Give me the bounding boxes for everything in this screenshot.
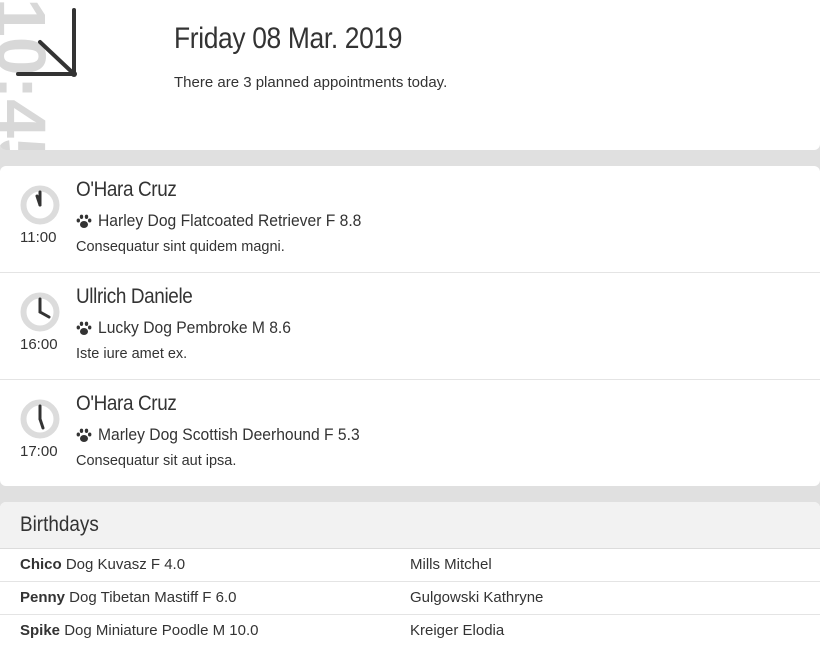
- birthday-owner: Kreiger Elodia: [410, 622, 505, 639]
- birthday-row[interactable]: Chico Dog Kuvasz F 4.0 Mills Mitchel: [0, 549, 820, 582]
- owner-name: O'Hara Cruz: [76, 392, 177, 415]
- appointment-note: Iste iure amet ex.: [76, 346, 188, 362]
- appointment-item[interactable]: 16:00 Ullrich Daniele Lucky Dog Pembroke…: [0, 273, 820, 380]
- appointment-note: Consequatur sit aut ipsa.: [76, 453, 237, 469]
- paw-icon: [76, 214, 92, 228]
- birthday-pet-details: Dog Miniature Poodle M 10.0: [60, 622, 259, 639]
- clock-icon: [20, 399, 60, 439]
- pet-info: Marley Dog Scottish Deerhound F 5.3: [76, 425, 382, 445]
- page-title: Friday 08 Mar. 2019: [174, 22, 403, 55]
- birthday-row[interactable]: Spike Dog Miniature Poodle M 10.0 Kreige…: [0, 615, 820, 647]
- appointment-time: 17:00: [20, 443, 58, 460]
- birthday-pet-name: Spike: [20, 622, 61, 639]
- birthday-owner: Gulgowski Kathryne: [410, 589, 544, 606]
- birthday-pet: Penny Dog Tibetan Mastiff F 6.0: [20, 589, 237, 606]
- pet-description: Lucky Dog Pembroke M 8.6: [98, 318, 291, 337]
- appointment-item[interactable]: 17:00 O'Hara Cruz Marley Dog Scottish De…: [0, 380, 820, 486]
- pet-description: Marley Dog Scottish Deerhound F 5.3: [98, 425, 360, 444]
- birthday-row[interactable]: Penny Dog Tibetan Mastiff F 6.0 Gulgowsk…: [0, 582, 820, 615]
- appointments-summary: There are 3 planned appointments today.: [174, 74, 448, 91]
- appointments-list: 11:00 O'Hara Cruz Harley Dog Flatcoated …: [0, 166, 820, 486]
- pet-info: Harley Dog Flatcoated Retriever F 8.8: [76, 211, 384, 231]
- owner-name: Ullrich Daniele: [76, 285, 193, 308]
- appointment-time: 16:00: [20, 336, 58, 353]
- birthday-pet-details: Dog Kuvasz F 4.0: [61, 556, 186, 573]
- paw-icon: [76, 321, 92, 335]
- pet-description: Harley Dog Flatcoated Retriever F 8.8: [98, 211, 362, 230]
- owner-name: O'Hara Cruz: [76, 178, 177, 201]
- appointment-item[interactable]: 11:00 O'Hara Cruz Harley Dog Flatcoated …: [0, 166, 820, 273]
- appointment-note: Consequatur sint quidem magni.: [76, 239, 285, 255]
- birthday-pet-details: Dog Tibetan Mastiff F 6.0: [65, 589, 237, 606]
- birthday-pet-name: Penny: [20, 589, 66, 606]
- paw-icon: [76, 428, 92, 442]
- header-card: 10:45 Friday 08 Mar. 2019 There are 3 pl…: [0, 0, 820, 150]
- pet-info: Lucky Dog Pembroke M 8.6: [76, 318, 308, 338]
- appointment-time: 11:00: [20, 229, 57, 246]
- birthdays-card: Birthdays Chico Dog Kuvasz F 4.0 Mills M…: [0, 502, 820, 647]
- birthday-pet: Spike Dog Miniature Poodle M 10.0: [20, 622, 258, 639]
- large-clock-hands-icon: [16, 8, 77, 77]
- birthdays-title: Birthdays: [20, 513, 99, 536]
- clock-icon: [20, 185, 60, 225]
- birthday-owner: Mills Mitchel: [410, 556, 492, 573]
- clock-icon: [20, 292, 60, 332]
- birthday-pet-name: Chico: [20, 556, 62, 573]
- birthday-pet: Chico Dog Kuvasz F 4.0: [20, 556, 185, 573]
- birthdays-header: Birthdays: [0, 502, 820, 549]
